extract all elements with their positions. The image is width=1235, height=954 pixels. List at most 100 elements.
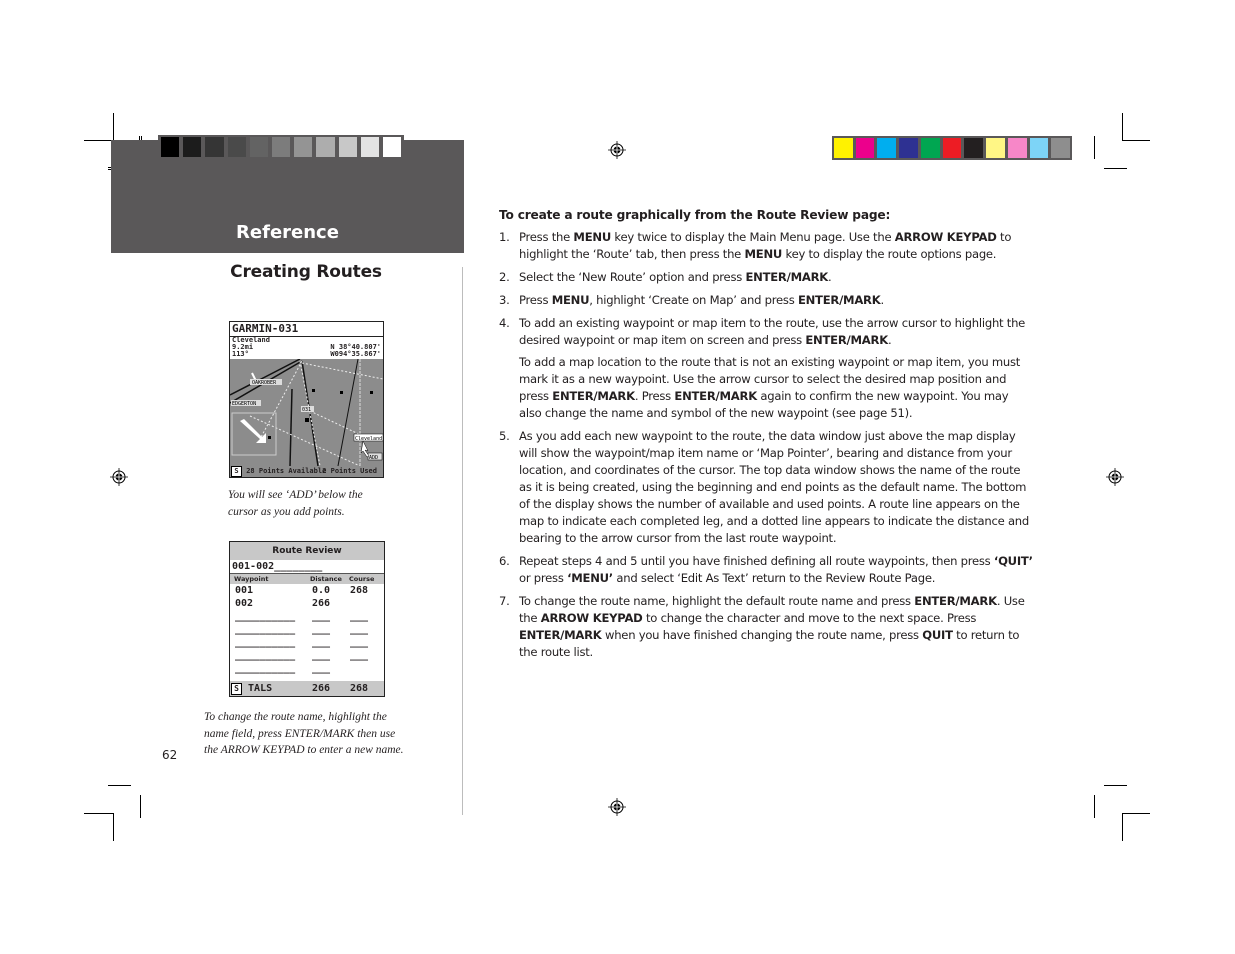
crop-mark: [1094, 795, 1095, 818]
crop-mark: [1122, 813, 1123, 841]
step-text: Press the MENU key twice to display the …: [519, 230, 1012, 261]
color-swatch: [920, 138, 940, 158]
color-calibration-strip: [832, 136, 1072, 160]
step-text: To add an existing waypoint or map item …: [519, 316, 1026, 347]
route-table-row: 002 266: [230, 597, 384, 610]
route-name-bar: GARMIN-031: [230, 322, 383, 337]
route-review-title: Route Review: [230, 542, 384, 560]
course-cell: ___: [350, 650, 369, 661]
totals-course: 268: [350, 683, 369, 694]
route-name-field: 001-002________: [230, 560, 384, 574]
step-text: Press MENU, highlight ‘Create on Map’ an…: [519, 293, 884, 307]
crop-mark: [1122, 113, 1123, 140]
distance-cell: ___: [312, 650, 331, 661]
waypoint-cell: 002: [235, 598, 254, 609]
map-label: OAKROBER: [252, 380, 277, 386]
page-number: 62: [162, 748, 178, 762]
distance-cell: ___: [312, 611, 331, 622]
grayscale-swatch: [227, 137, 246, 157]
registration-mark-icon: [110, 468, 128, 486]
crop-mark: [140, 795, 141, 818]
crop-mark: [113, 813, 114, 841]
grayscale-swatch: [360, 137, 379, 157]
points-available: 28 Points Available: [246, 467, 327, 475]
crop-mark: [1104, 168, 1127, 169]
step-number: 3.: [499, 293, 510, 307]
column-header: Waypoint: [234, 575, 269, 583]
distance-cell: ___: [312, 624, 331, 635]
instructions-heading: To create a route graphically from the R…: [499, 208, 891, 222]
color-swatch: [1029, 138, 1049, 158]
map-caption: You will see ‘ADD’ below the cursor as y…: [228, 489, 363, 518]
color-swatch: [899, 138, 918, 158]
grayscale-swatch: [183, 137, 202, 157]
route-table-header: Waypoint Distance Course: [230, 574, 384, 584]
distance-cell: 266: [312, 598, 331, 609]
color-swatch: [942, 138, 962, 158]
instruction-step: 2. Select the ‘New Route’ option and pres…: [499, 269, 1034, 286]
route-table-row: __________ ___ ___: [230, 649, 384, 662]
color-swatch: [855, 138, 875, 158]
longitude-readout: W094°35.867': [330, 350, 381, 358]
points-used: 2 Points Used: [322, 467, 377, 475]
grayscale-swatch: [294, 137, 313, 157]
step-text: Select the ‘New Route’ option and press …: [519, 270, 832, 284]
satellite-status-icon: S: [231, 466, 242, 477]
map-graphic: OAKROBER EDGERTON 031 Cleveland ADD: [230, 358, 383, 467]
route-table-row: __________ ___ ___: [230, 636, 384, 649]
waypoint-cell: __________: [235, 624, 296, 635]
waypoint-cell: __________: [235, 637, 296, 648]
gps-route-review-screenshot: Route Review 001-002________ Waypoint Di…: [229, 541, 385, 697]
column-header: Distance: [310, 575, 342, 583]
step-number: 6.: [499, 554, 510, 568]
page-title: Creating Routes: [230, 262, 382, 282]
satellite-status-icon: S: [231, 683, 242, 695]
grayscale-swatch: [271, 137, 291, 157]
step-text: To change the route name, highlight the …: [519, 594, 1025, 659]
instruction-steps: 1. Press the MENU key twice to display th…: [499, 229, 1034, 661]
route-table-row: __________ ___ ___: [230, 623, 384, 636]
crop-mark: [84, 140, 113, 141]
crop-mark: [108, 785, 131, 786]
step-number: 4.: [499, 316, 510, 330]
map-label: EDGERTON: [232, 401, 256, 407]
crop-mark: [1122, 140, 1150, 141]
grayscale-swatch: [382, 137, 402, 157]
distance-cell: ___: [312, 663, 331, 674]
waypoint-cell: __________: [235, 663, 296, 674]
instructions: To create a route graphically from the R…: [499, 207, 1034, 667]
totals-distance: 266: [312, 683, 331, 694]
crop-mark: [1094, 136, 1095, 159]
color-swatch: [964, 138, 984, 158]
step-number: 5.: [499, 429, 510, 443]
instruction-step: 6. Repeat steps 4 and 5 until you have fi…: [499, 553, 1034, 587]
route-table-row: __________ ___ ___: [230, 610, 384, 623]
color-swatch: [1007, 138, 1027, 158]
column-divider: [462, 267, 463, 815]
map-label: Cleveland: [355, 436, 382, 442]
step-number: 2.: [499, 270, 510, 284]
instruction-step: 3. Press MENU, highlight ‘Create on Map’ …: [499, 292, 1034, 309]
column-header: Course: [349, 575, 375, 583]
grayscale-swatch: [205, 137, 224, 157]
route-table-row: 001 0.0 268: [230, 584, 384, 597]
cursor-info-window: Cleveland 9.2mi 113° N 38°40.807' W094°3…: [230, 337, 383, 358]
step-number: 1.: [499, 230, 510, 244]
waypoint-cell: __________: [235, 650, 296, 661]
grayscale-calibration-strip: [158, 135, 404, 159]
step-text: Repeat steps 4 and 5 until you have fini…: [519, 554, 1033, 585]
distance-cell: 0.0: [312, 585, 331, 596]
map-display: OAKROBER EDGERTON 031 Cleveland ADD: [230, 358, 383, 467]
crop-mark: [1104, 785, 1127, 786]
step-text: As you add each new waypoint to the rout…: [519, 429, 1030, 545]
crop-mark: [1122, 813, 1150, 814]
waypoint-cell: __________: [235, 611, 296, 622]
color-swatch: [986, 138, 1005, 158]
color-swatch: [834, 138, 853, 158]
waypoint-cell: 001: [235, 585, 254, 596]
route-totals-bar: S TALS 266 268: [230, 681, 384, 696]
crop-mark: [113, 113, 114, 140]
course-cell: ___: [350, 624, 369, 635]
color-swatch: [877, 138, 897, 158]
registration-mark-icon: [608, 798, 626, 816]
